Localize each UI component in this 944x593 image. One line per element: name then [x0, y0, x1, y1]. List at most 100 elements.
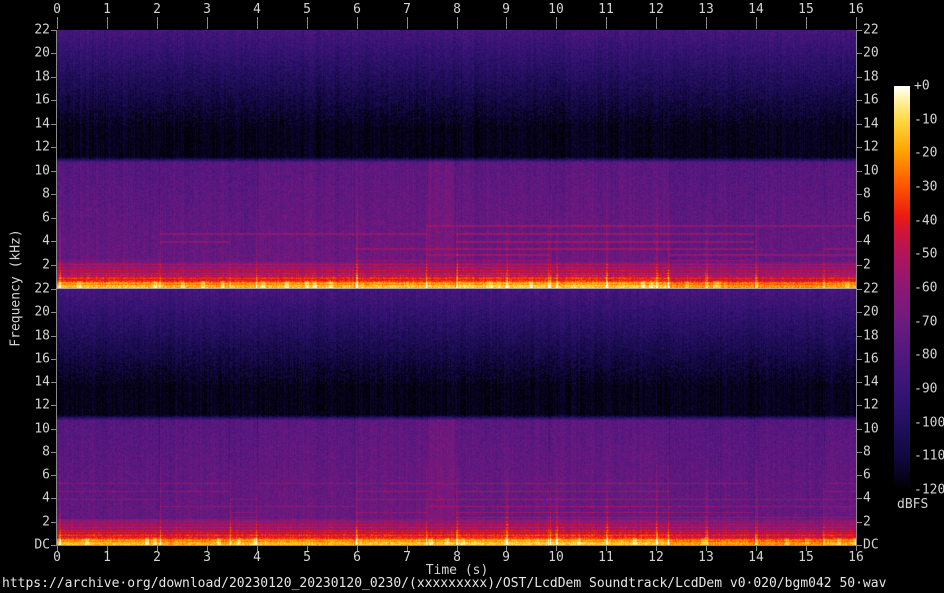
- time-tick-label-bottom: 7: [403, 550, 411, 565]
- freq-tick-label-right: 18: [863, 69, 879, 85]
- freq-tick-label-left: 6: [42, 210, 50, 226]
- freq-tick-left: [51, 498, 56, 499]
- freq-tick-right: [857, 171, 862, 172]
- freq-tick-right: [857, 405, 862, 406]
- source-url-text: https://archive·org/download/20230120_20…: [2, 576, 887, 591]
- time-tick-label-top: 1: [103, 2, 111, 17]
- freq-tick-label-right: 12: [863, 139, 879, 155]
- freq-tick-label-left: 4: [42, 490, 50, 506]
- freq-tick-label-right: 16: [863, 92, 879, 108]
- time-tick-top: [307, 17, 308, 29]
- freq-tick-label-left: 8: [42, 186, 50, 202]
- colorbar-tick-label: -110: [914, 448, 944, 464]
- freq-tick-right: [857, 475, 862, 476]
- freq-tick-label-right: 10: [863, 163, 879, 179]
- colorbar-tick-label: +0: [914, 78, 930, 94]
- freq-tick-label-right: 22: [863, 281, 879, 297]
- freq-tick-label-left: 22: [34, 281, 50, 297]
- freq-tick-label-left: 12: [34, 139, 50, 155]
- freq-tick-label-left: 2: [42, 257, 50, 273]
- freq-tick-left: [51, 53, 56, 54]
- time-tick-top: [706, 17, 707, 29]
- freq-tick-label-left: 12: [34, 397, 50, 413]
- time-tick-label-bottom: 10: [548, 550, 564, 565]
- time-tick-label-bottom: 2: [153, 550, 161, 565]
- freq-tick-label-left: 4: [42, 233, 50, 249]
- freq-tick-right: [857, 241, 862, 242]
- colorbar-tick-label: -10: [914, 112, 938, 128]
- freq-tick-right: [857, 498, 862, 499]
- colorbar: [894, 86, 910, 490]
- time-tick-top: [656, 17, 657, 29]
- time-tick-label-top: 15: [798, 2, 814, 17]
- freq-tick-label-right: 14: [863, 374, 879, 390]
- time-tick-label-bottom: 12: [648, 550, 664, 565]
- colorbar-tick-label: -120: [914, 482, 944, 498]
- time-tick-label-bottom: 1: [103, 550, 111, 565]
- freq-tick-label-right: 6: [863, 467, 871, 483]
- freq-tick-label-right: 18: [863, 328, 879, 344]
- time-tick-label-bottom: 3: [203, 550, 211, 565]
- time-tick-label-bottom: 4: [253, 550, 261, 565]
- freq-tick-right: [857, 147, 862, 148]
- freq-tick-label-left: 16: [34, 351, 50, 367]
- time-tick-top: [107, 17, 108, 29]
- freq-tick-label-left: 16: [34, 92, 50, 108]
- freq-tick-right: [857, 100, 862, 101]
- time-tick-label-bottom: 5: [303, 550, 311, 565]
- time-tick-label-bottom: 14: [748, 550, 764, 565]
- freq-tick-left: [51, 265, 56, 266]
- freq-tick-right: [857, 289, 862, 290]
- time-tick-label-top: 5: [303, 2, 311, 17]
- time-tick-label-top: 13: [698, 2, 714, 17]
- freq-tick-right: [857, 265, 862, 266]
- colorbar-unit-label: dBFS: [897, 497, 929, 512]
- colorbar-tick-label: -90: [914, 381, 938, 397]
- freq-tick-left: [51, 77, 56, 78]
- time-tick-label-top: 14: [748, 2, 764, 17]
- freq-tick-label-left: 10: [34, 163, 50, 179]
- freq-tick-left: [51, 452, 56, 453]
- time-tick-label-top: 6: [353, 2, 361, 17]
- freq-tick-label-left: 22: [34, 22, 50, 38]
- time-tick-top: [57, 17, 58, 29]
- freq-tick-right: [857, 312, 862, 313]
- freq-tick-left: [51, 171, 56, 172]
- time-tick-top: [457, 17, 458, 29]
- freq-tick-label-left: 2: [42, 514, 50, 530]
- freq-tick-left: [51, 218, 56, 219]
- freq-tick-label-right: 2: [863, 514, 871, 530]
- colorbar-tick-label: -20: [914, 145, 938, 161]
- time-tick-top: [207, 17, 208, 29]
- freq-tick-label-right: 22: [863, 22, 879, 38]
- channel-separator-line: [56, 288, 857, 289]
- colorbar-tick-label: -50: [914, 246, 938, 262]
- time-tick-label-top: 11: [598, 2, 614, 17]
- time-tick-top: [257, 17, 258, 29]
- time-tick-label-top: 0: [53, 2, 61, 17]
- freq-tick-right: [857, 429, 862, 430]
- freq-tick-right: [857, 382, 862, 383]
- freq-tick-label-left: 10: [34, 421, 50, 437]
- freq-tick-label-right: 20: [863, 45, 879, 61]
- time-tick-label-top: 16: [848, 2, 864, 17]
- freq-tick-right: [857, 194, 862, 195]
- freq-tick-left: [51, 545, 56, 546]
- freq-tick-left: [51, 312, 56, 313]
- time-tick-label-top: 10: [548, 2, 564, 17]
- time-tick-label-top: 9: [502, 2, 510, 17]
- freq-tick-left: [51, 382, 56, 383]
- freq-tick-label-right: 16: [863, 351, 879, 367]
- freq-tick-label-right: 8: [863, 186, 871, 202]
- freq-tick-label-right: 4: [863, 233, 871, 249]
- freq-tick-right: [857, 336, 862, 337]
- freq-tick-label-left: 8: [42, 444, 50, 460]
- time-tick-top: [157, 17, 158, 29]
- time-tick-label-bottom: 16: [848, 550, 864, 565]
- freq-tick-label-left: DC: [34, 537, 50, 553]
- freq-tick-left: [51, 289, 56, 290]
- time-tick-label-top: 12: [648, 2, 664, 17]
- time-tick-label-bottom: 6: [353, 550, 361, 565]
- time-tick-top: [806, 17, 807, 29]
- freq-tick-right: [857, 218, 862, 219]
